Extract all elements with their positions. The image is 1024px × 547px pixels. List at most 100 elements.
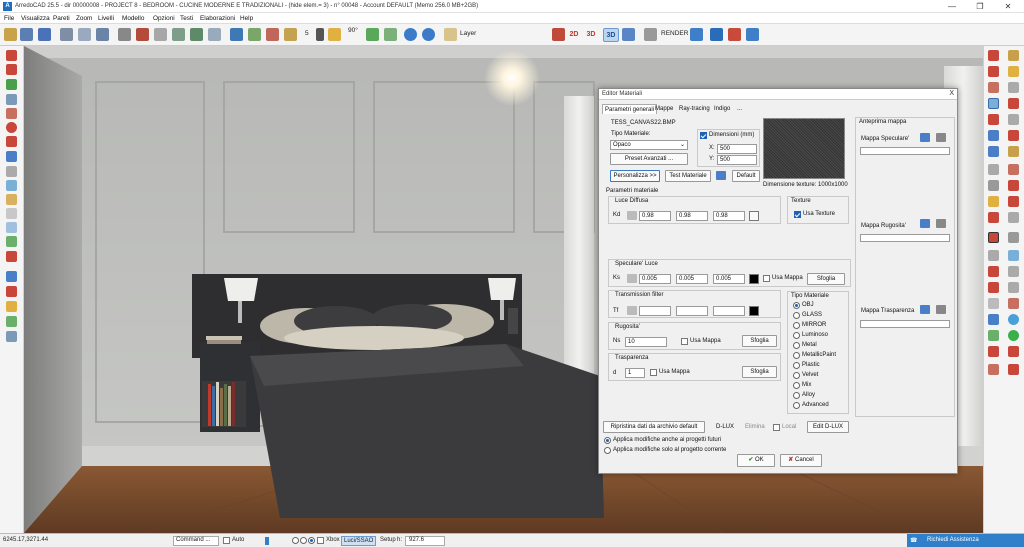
tf-b-input[interactable]: [713, 306, 745, 316]
tf-color-swatch[interactable]: [749, 306, 759, 316]
plant-icon[interactable]: [6, 316, 17, 327]
globe-icon[interactable]: [1008, 314, 1019, 325]
radio-glass[interactable]: [793, 312, 800, 319]
move-icon[interactable]: [6, 50, 17, 61]
menu-help[interactable]: Help: [240, 15, 253, 22]
d-usa-mappa-checkbox[interactable]: [650, 369, 657, 376]
assist-bar[interactable]: ☎ Richiedi Assistenza: [907, 534, 1024, 547]
preview-icon[interactable]: [78, 28, 91, 41]
radio-applica-corrente[interactable]: [604, 447, 611, 454]
floor-icon[interactable]: [1008, 130, 1019, 141]
menu-file[interactable]: File: [4, 15, 14, 22]
paint-icon[interactable]: [988, 314, 999, 325]
lock-icon[interactable]: [1008, 282, 1019, 293]
tf-g-input[interactable]: [676, 306, 708, 316]
render-tool-icon[interactable]: [552, 28, 565, 41]
snap-icon[interactable]: [328, 28, 341, 41]
setup-button[interactable]: Setup: [380, 537, 396, 543]
window-icon[interactable]: [988, 114, 999, 125]
radio-metallicpaint[interactable]: [793, 352, 800, 359]
red-box-icon[interactable]: [988, 212, 999, 223]
history-icon[interactable]: [988, 364, 999, 375]
arrow-tool-icon[interactable]: [988, 50, 999, 61]
cancel-button[interactable]: ✘ Cancel: [780, 454, 822, 467]
test-materiale-button[interactable]: Test Materiale: [665, 170, 711, 182]
ks-r-input[interactable]: 0.005: [639, 274, 671, 284]
luci-ssao-button[interactable]: Luci/SSAO: [341, 536, 377, 546]
trash-rugosita-icon[interactable]: [936, 219, 946, 228]
wall-tool-icon[interactable]: [118, 28, 131, 41]
render-window-icon[interactable]: [690, 28, 703, 41]
close-window-button[interactable]: ✕: [994, 1, 1022, 12]
ks-color-swatch[interactable]: [749, 274, 759, 284]
materials-icon[interactable]: [248, 28, 261, 41]
line-icon[interactable]: [6, 166, 17, 177]
d-sfoglia-button[interactable]: Sfoglia: [742, 366, 777, 378]
cube-red-icon[interactable]: [136, 28, 149, 41]
radio-view-c[interactable]: [308, 537, 315, 544]
kd-color-swatch[interactable]: [749, 211, 759, 221]
ns-input[interactable]: 10: [625, 337, 667, 347]
door-icon[interactable]: [1008, 98, 1019, 109]
cube-wire-icon[interactable]: [154, 28, 167, 41]
menu-elaborazioni[interactable]: Elaborazioni: [200, 15, 235, 22]
lights-icon[interactable]: [284, 28, 297, 41]
open-file-icon[interactable]: [20, 28, 33, 41]
layer-view-icon[interactable]: [230, 28, 243, 41]
grid-icon[interactable]: [366, 28, 379, 41]
step-dropdown-icon[interactable]: [316, 28, 324, 41]
tab-indigo[interactable]: Indigo: [712, 104, 732, 114]
erase-icon[interactable]: [6, 108, 17, 119]
cabinet-icon[interactable]: [1008, 82, 1019, 93]
delete-icon[interactable]: [988, 266, 999, 277]
ns-usa-mappa-checkbox[interactable]: [681, 338, 688, 345]
add-map-speculare-icon[interactable]: [920, 133, 930, 142]
wrench-icon[interactable]: [988, 250, 999, 261]
kitchen-icon[interactable]: [988, 82, 999, 93]
refresh-icon[interactable]: [6, 122, 17, 133]
ks-usa-mappa-checkbox[interactable]: [763, 275, 770, 282]
objects-icon[interactable]: [266, 28, 279, 41]
radio-mix[interactable]: [793, 382, 800, 389]
undo-icon[interactable]: [404, 28, 417, 41]
camera-icon[interactable]: [622, 28, 635, 41]
view-3d-button[interactable]: 3D: [584, 28, 598, 42]
view-2d-button[interactable]: 2D: [567, 28, 581, 42]
menu-zoom[interactable]: Zoom: [76, 15, 92, 22]
camera-red-icon[interactable]: [988, 346, 999, 357]
tf-link-icon[interactable]: [627, 306, 637, 315]
text-icon[interactable]: [6, 208, 17, 219]
minimize-button[interactable]: —: [938, 1, 966, 12]
step-value[interactable]: 5: [305, 30, 309, 37]
tf-r-input[interactable]: [639, 306, 671, 316]
mappa-speculare-field[interactable]: [860, 147, 950, 155]
trash-speculare-icon[interactable]: [936, 133, 946, 142]
menu-visualizza[interactable]: Visualizza: [21, 15, 50, 22]
perpendicular-icon[interactable]: [6, 180, 17, 191]
cube-top-icon[interactable]: [172, 28, 185, 41]
beam-icon[interactable]: [1008, 146, 1019, 157]
shelf-icon[interactable]: [1008, 164, 1019, 175]
radio-mirror[interactable]: [793, 322, 800, 329]
rotate-icon[interactable]: [6, 79, 17, 90]
kd-g-input[interactable]: 0.98: [676, 211, 708, 221]
render-settings-icon[interactable]: [644, 28, 657, 41]
add-map-rugosita-icon[interactable]: [920, 219, 930, 228]
mappa-trasparenza-field[interactable]: [860, 320, 950, 328]
align-icon[interactable]: [6, 151, 17, 162]
box-tool-icon[interactable]: [1008, 50, 1019, 61]
menu-pareti[interactable]: Pareti: [53, 15, 70, 22]
auto-checkbox[interactable]: [223, 537, 230, 544]
cube-blue-icon[interactable]: [208, 28, 221, 41]
radio-velvet[interactable]: [793, 372, 800, 379]
scale-icon[interactable]: [1008, 266, 1019, 277]
refresh-green-icon[interactable]: [1008, 330, 1019, 341]
ks-sfoglia-button[interactable]: Sfoglia: [807, 273, 845, 285]
dim-x-input[interactable]: 500: [717, 144, 757, 154]
mirror-icon[interactable]: [6, 94, 17, 105]
xbox-checkbox[interactable]: [317, 537, 324, 544]
ks-g-input[interactable]: 0.005: [676, 274, 708, 284]
ns-sfoglia-button[interactable]: Sfoglia: [742, 335, 777, 347]
font-a-icon[interactable]: [710, 28, 723, 41]
pillar-icon[interactable]: [988, 130, 999, 141]
